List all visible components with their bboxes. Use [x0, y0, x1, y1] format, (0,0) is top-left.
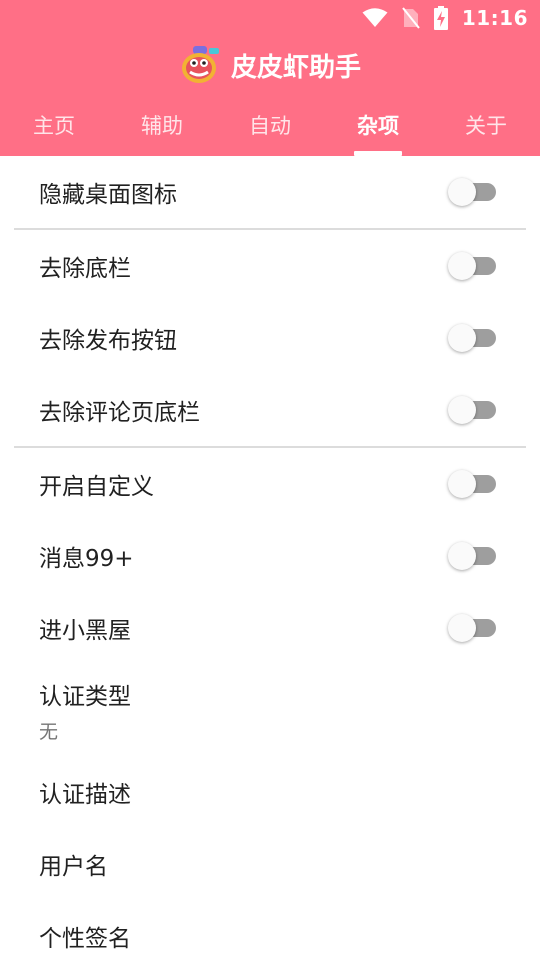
remove-bottom-bar-switch[interactable] — [448, 252, 500, 280]
wifi-icon — [362, 8, 388, 27]
setting-username[interactable]: 用户名 — [0, 828, 540, 900]
setting-label: 去除评论页底栏 — [39, 400, 200, 426]
remove-publish-button-switch[interactable] — [448, 324, 500, 352]
tab-auto[interactable]: 自动 — [216, 94, 324, 156]
setting-black-room[interactable]: 进小黑屋 — [0, 592, 540, 664]
setting-label: 去除底栏 — [39, 256, 131, 282]
tab-assist[interactable]: 辅助 — [108, 94, 216, 156]
battery-charging-icon — [433, 6, 448, 30]
black-room-switch[interactable] — [448, 614, 500, 642]
setting-hide-icon[interactable]: 隐藏桌面图标 — [0, 156, 540, 228]
tab-about[interactable]: 关于 — [432, 94, 540, 156]
setting-remove-publish-button[interactable]: 去除发布按钮 — [0, 302, 540, 374]
tab-misc[interactable]: 杂项 — [324, 94, 432, 156]
hide-icon-switch[interactable] — [448, 178, 500, 206]
setting-label: 认证类型 — [39, 683, 131, 710]
shrimp-mascot-icon — [181, 46, 219, 83]
setting-label: 用户名 — [39, 854, 108, 880]
setting-label: 开启自定义 — [39, 474, 154, 500]
setting-label: 去除发布按钮 — [39, 328, 177, 354]
setting-enable-custom[interactable]: 开启自定义 — [0, 448, 540, 520]
setting-label: 个性签名 — [39, 926, 131, 952]
setting-value: 无 — [39, 720, 59, 743]
message-99-switch[interactable] — [448, 542, 500, 570]
setting-remove-comment-bottom-bar[interactable]: 去除评论页底栏 — [0, 374, 540, 446]
setting-verify-type[interactable]: 认证类型 无 — [0, 664, 540, 756]
settings-list: 隐藏桌面图标 去除底栏 去除发布按钮 去除评论页底栏 开启自定义 消息99+ 进… — [0, 156, 540, 972]
setting-label: 隐藏桌面图标 — [39, 182, 177, 208]
tab-home[interactable]: 主页 — [0, 94, 108, 156]
app-title: 皮皮虾助手 — [230, 52, 361, 83]
no-sim-icon — [402, 7, 420, 29]
setting-label: 消息99+ — [39, 546, 134, 572]
status-time: 11:16 — [461, 6, 528, 30]
app-header: 11:16 皮皮虾助手 主页 辅助 自动 杂项 关于 — [0, 0, 540, 156]
setting-verify-desc[interactable]: 认证描述 — [0, 756, 540, 828]
setting-message-99[interactable]: 消息99+ — [0, 520, 540, 592]
setting-remove-bottom-bar[interactable]: 去除底栏 — [0, 230, 540, 302]
status-bar: 11:16 — [0, 0, 540, 36]
setting-label: 认证描述 — [39, 782, 131, 808]
remove-comment-bottom-bar-switch[interactable] — [448, 396, 500, 424]
title-bar: 皮皮虾助手 — [0, 36, 540, 94]
tab-bar: 主页 辅助 自动 杂项 关于 — [0, 94, 540, 156]
setting-label: 进小黑屋 — [39, 618, 131, 644]
setting-signature[interactable]: 个性签名 — [0, 900, 540, 972]
enable-custom-switch[interactable] — [448, 470, 500, 498]
